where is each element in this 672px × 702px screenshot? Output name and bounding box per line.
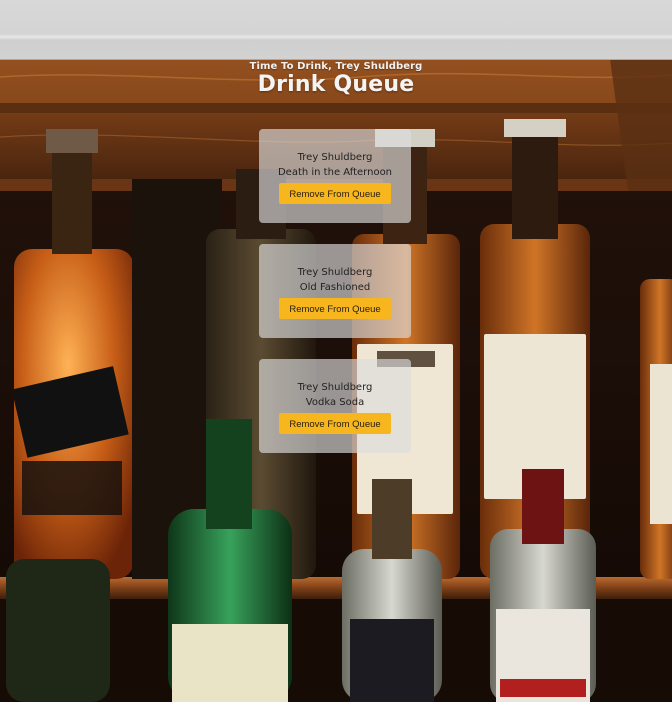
queue-item-drink: Death in the Afternoon [277,167,393,178]
queue-item: Trey Shuldberg Old Fashioned Remove From… [259,244,411,338]
queue-item-name: Trey Shuldberg [297,267,373,278]
queue-item: Trey Shuldberg Vodka Soda Remove From Qu… [259,359,411,453]
drink-queue-page: Time To Drink, Trey Shuldberg Drink Queu… [0,0,672,702]
top-bar [0,0,672,60]
remove-from-queue-button[interactable]: Remove From Queue [279,183,391,204]
page-title: Drink Queue [257,72,415,97]
page-header: Time To Drink, Trey Shuldberg Drink Queu… [0,59,672,97]
queue-item-name: Trey Shuldberg [297,382,373,393]
queue-item-drink: Vodka Soda [305,397,365,408]
drink-queue-list: Trey Shuldberg Death in the Afternoon Re… [259,129,411,474]
queue-item: Trey Shuldberg Death in the Afternoon Re… [259,129,411,223]
queue-item-drink: Old Fashioned [299,282,371,293]
remove-from-queue-button[interactable]: Remove From Queue [279,298,391,319]
welcome-subtitle: Time To Drink, Trey Shuldberg [249,61,423,72]
remove-from-queue-button[interactable]: Remove From Queue [279,413,391,434]
queue-item-name: Trey Shuldberg [297,152,373,163]
